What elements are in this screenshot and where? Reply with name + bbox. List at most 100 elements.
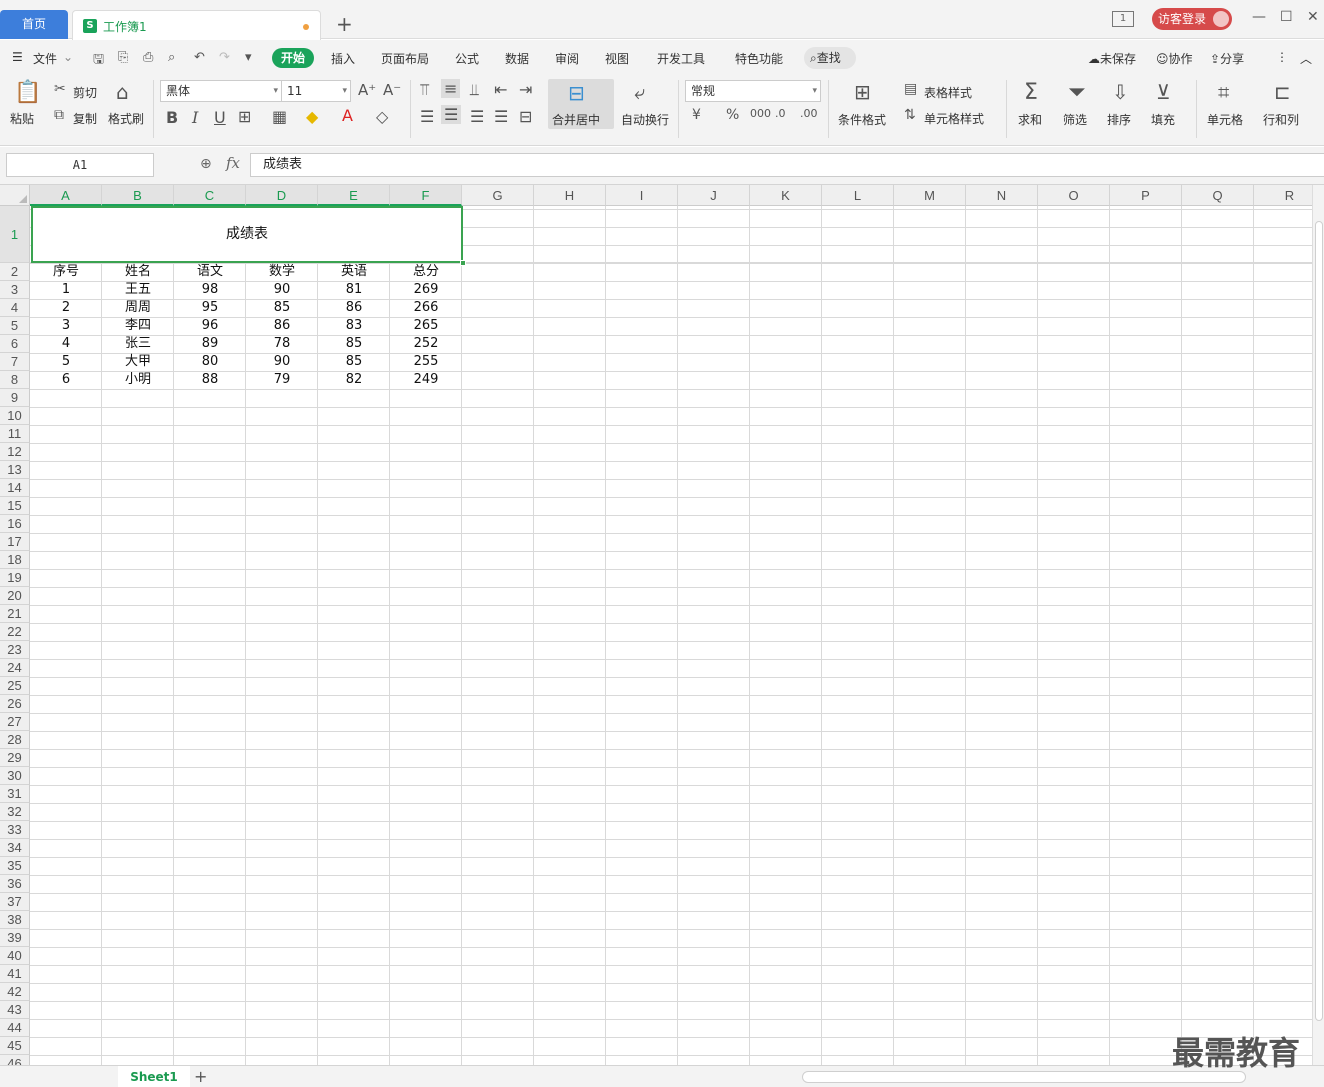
menu-special[interactable]: 特色功能 (735, 50, 783, 67)
column-header[interactable]: E (318, 185, 390, 206)
maximize-button[interactable]: ☐ (1280, 9, 1293, 31)
justify-icon[interactable]: ☰ (494, 107, 508, 126)
table-cell[interactable]: 王五 (102, 281, 174, 299)
eraser-icon[interactable]: ◇ (376, 107, 388, 126)
fill-color-icon[interactable]: ◆ (306, 107, 318, 126)
column-header[interactable]: D (246, 185, 318, 206)
add-sheet-button[interactable]: + (194, 1067, 207, 1086)
row-header[interactable]: 18 (0, 551, 30, 569)
table-cell[interactable]: 78 (246, 335, 318, 353)
menu-icon[interactable]: ☰ (12, 50, 23, 64)
row-header[interactable]: 25 (0, 677, 30, 695)
align-middle-icon[interactable]: ≡ (441, 79, 461, 98)
row-header[interactable]: 11 (0, 425, 30, 443)
table-cell[interactable]: 85 (318, 335, 390, 353)
tab-home[interactable]: 首页 (0, 10, 68, 39)
row-header[interactable]: 46 (0, 1055, 30, 1065)
wrap-text-icon[interactable]: ⤶ (634, 80, 645, 104)
column-header[interactable]: I (606, 185, 678, 206)
table-cell[interactable]: 85 (246, 299, 318, 317)
collab-button[interactable]: ☺协作 (1156, 50, 1193, 67)
chevron-down-icon[interactable]: ⌄ (63, 50, 73, 64)
table-cell[interactable]: 2 (30, 299, 102, 317)
sum-icon[interactable]: Σ (1024, 80, 1038, 105)
print-preview-icon[interactable]: ⌕ (168, 50, 175, 65)
column-header[interactable]: B (102, 185, 174, 206)
row-header[interactable]: 8 (0, 371, 30, 389)
new-tab-button[interactable]: + (336, 12, 353, 36)
row-header[interactable]: 4 (0, 299, 30, 317)
row-header[interactable]: 39 (0, 929, 30, 947)
column-header[interactable]: O (1038, 185, 1110, 206)
row-header[interactable]: 23 (0, 641, 30, 659)
menu-review[interactable]: 审阅 (555, 50, 579, 67)
paste-button[interactable]: 粘贴 (10, 110, 34, 127)
search-button[interactable]: ⌕查找 (804, 47, 856, 69)
conditional-format-button[interactable]: 条件格式 (838, 111, 886, 128)
table-cell[interactable]: 269 (390, 281, 462, 299)
row-col-button[interactable]: 行和列 (1263, 111, 1299, 128)
redo-icon[interactable]: ↷ (219, 50, 230, 65)
wrap-text-button[interactable]: 自动换行 (621, 111, 669, 128)
row-header[interactable]: 20 (0, 587, 30, 605)
row-header[interactable]: 41 (0, 965, 30, 983)
column-header[interactable]: Q (1182, 185, 1254, 206)
menu-view[interactable]: 视图 (605, 50, 629, 67)
table-cell[interactable]: 85 (318, 353, 390, 371)
vertical-scrollbar[interactable] (1312, 185, 1324, 1065)
row-header[interactable]: 16 (0, 515, 30, 533)
fill-icon[interactable]: ⊻ (1156, 80, 1171, 104)
row-header[interactable]: 40 (0, 947, 30, 965)
row-header[interactable]: 12 (0, 443, 30, 461)
decrease-decimal-icon[interactable]: .00 (800, 107, 818, 120)
column-header[interactable]: M (894, 185, 966, 206)
cell-style-icon[interactable]: ▦ (272, 107, 287, 126)
column-header[interactable]: R (1254, 185, 1312, 206)
table-style-button[interactable]: 表格样式 (924, 84, 972, 101)
table-cell[interactable]: 96 (174, 317, 246, 335)
share-button[interactable]: ⇪分享 (1210, 50, 1244, 67)
row-header[interactable]: 29 (0, 749, 30, 767)
row-header[interactable]: 5 (0, 317, 30, 335)
merge-center-button[interactable]: ⊟ 合并居中 (548, 79, 614, 129)
sheet-tab-sheet1[interactable]: Sheet1 (118, 1066, 190, 1087)
row-header[interactable]: 30 (0, 767, 30, 785)
row-header[interactable]: 44 (0, 1019, 30, 1037)
menu-page-layout[interactable]: 页面布局 (381, 50, 429, 67)
cell-button[interactable]: 单元格 (1207, 111, 1243, 128)
indent-icon[interactable]: ⇥ (519, 80, 532, 99)
menu-dev-tools[interactable]: 开发工具 (657, 50, 705, 67)
row-header[interactable]: 34 (0, 839, 30, 857)
table-cell[interactable]: 89 (174, 335, 246, 353)
cell-style-button[interactable]: 单元格样式 (924, 110, 984, 127)
page-indicator[interactable]: 1 (1112, 11, 1134, 27)
menu-data[interactable]: 数据 (505, 50, 529, 67)
table-header-cell[interactable]: 姓名 (102, 263, 174, 281)
more-icon[interactable]: ⋮ (1276, 50, 1288, 64)
row-header[interactable]: 24 (0, 659, 30, 677)
undo-icon[interactable]: ↶ (194, 50, 205, 65)
row-header[interactable]: 9 (0, 389, 30, 407)
column-header[interactable]: K (750, 185, 822, 206)
row-header[interactable]: 3 (0, 281, 30, 299)
copy-button[interactable]: 复制 (73, 110, 97, 127)
row-header[interactable]: 43 (0, 1001, 30, 1019)
table-cell[interactable]: 4 (30, 335, 102, 353)
table-cell[interactable]: 83 (318, 317, 390, 335)
save-icon[interactable]: 🖫 (93, 50, 104, 72)
minimize-button[interactable]: — (1252, 9, 1266, 31)
table-header-cell[interactable]: 序号 (30, 263, 102, 281)
border-icon[interactable]: ⊞ (238, 107, 251, 126)
increase-decimal-icon[interactable]: .0 (775, 107, 786, 120)
italic-icon[interactable]: I (192, 108, 198, 127)
scissors-icon[interactable]: ✂ (54, 81, 66, 97)
fill-handle[interactable] (460, 260, 466, 266)
table-cell[interactable]: 82 (318, 371, 390, 389)
row-header[interactable]: 19 (0, 569, 30, 587)
font-size-select[interactable]: 11 (281, 80, 351, 102)
export-icon[interactable]: ⎘ (118, 50, 128, 65)
table-header-cell[interactable]: 数学 (246, 263, 318, 281)
table-cell[interactable]: 小明 (102, 371, 174, 389)
collapse-ribbon-icon[interactable]: ︿ (1300, 50, 1312, 67)
fill-button[interactable]: 填充 (1151, 111, 1175, 128)
